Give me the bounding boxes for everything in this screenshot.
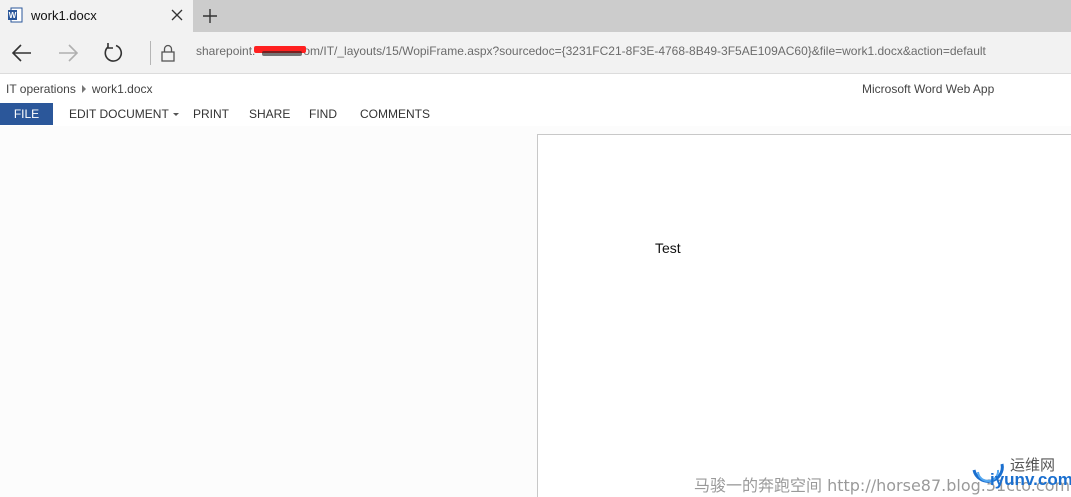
- browser-tab[interactable]: W work1.docx: [0, 0, 193, 32]
- find-tab[interactable]: FIND: [309, 107, 337, 121]
- document-page[interactable]: Test: [537, 134, 1071, 497]
- close-icon[interactable]: [170, 8, 184, 22]
- app-name: Microsoft Word Web App: [862, 82, 995, 96]
- print-tab[interactable]: PRINT: [193, 107, 229, 121]
- breadcrumb-site-link[interactable]: IT operations: [6, 82, 76, 96]
- app-header: IT operations work1.docx Microsoft Word …: [0, 75, 1071, 102]
- reload-icon[interactable]: [102, 42, 124, 64]
- comments-tab[interactable]: COMMENTS: [360, 107, 430, 121]
- toolbar-separator: [150, 41, 151, 65]
- plus-icon[interactable]: [201, 7, 219, 25]
- share-tab[interactable]: SHARE: [249, 107, 290, 121]
- lock-icon: [161, 44, 175, 62]
- ribbon: FILE EDIT DOCUMENT PRINT SHARE FIND COMM…: [0, 103, 1071, 126]
- arrow-left-icon[interactable]: [11, 42, 33, 64]
- url-field[interactable]: sharepoint. om/IT/_layouts/15/WopiFrame.…: [196, 44, 986, 58]
- breadcrumb: IT operations work1.docx: [6, 82, 153, 96]
- edit-document-label: EDIT DOCUMENT: [69, 107, 169, 121]
- address-bar: sharepoint. om/IT/_layouts/15/WopiFrame.…: [0, 32, 1071, 74]
- arrow-right-icon[interactable]: [57, 42, 79, 64]
- breadcrumb-document: work1.docx: [91, 82, 153, 96]
- watermark-logo: 运维网 iyunv.com: [968, 448, 1071, 494]
- edit-document-tab[interactable]: EDIT DOCUMENT: [69, 107, 179, 121]
- watermark-logo-domain: iyunv.com: [990, 470, 1071, 489]
- url-redaction-shadow: [262, 51, 302, 56]
- browser-tab-strip: W work1.docx: [0, 0, 1071, 32]
- svg-text:W: W: [9, 11, 17, 20]
- caret-down-icon: [172, 113, 179, 116]
- breadcrumb-chevron-icon: [81, 85, 86, 93]
- document-body-text: Test: [655, 240, 681, 256]
- document-canvas: Test: [0, 126, 1071, 497]
- word-icon: W: [8, 7, 23, 23]
- file-tab[interactable]: FILE: [0, 103, 53, 125]
- tab-title: work1.docx: [31, 8, 97, 23]
